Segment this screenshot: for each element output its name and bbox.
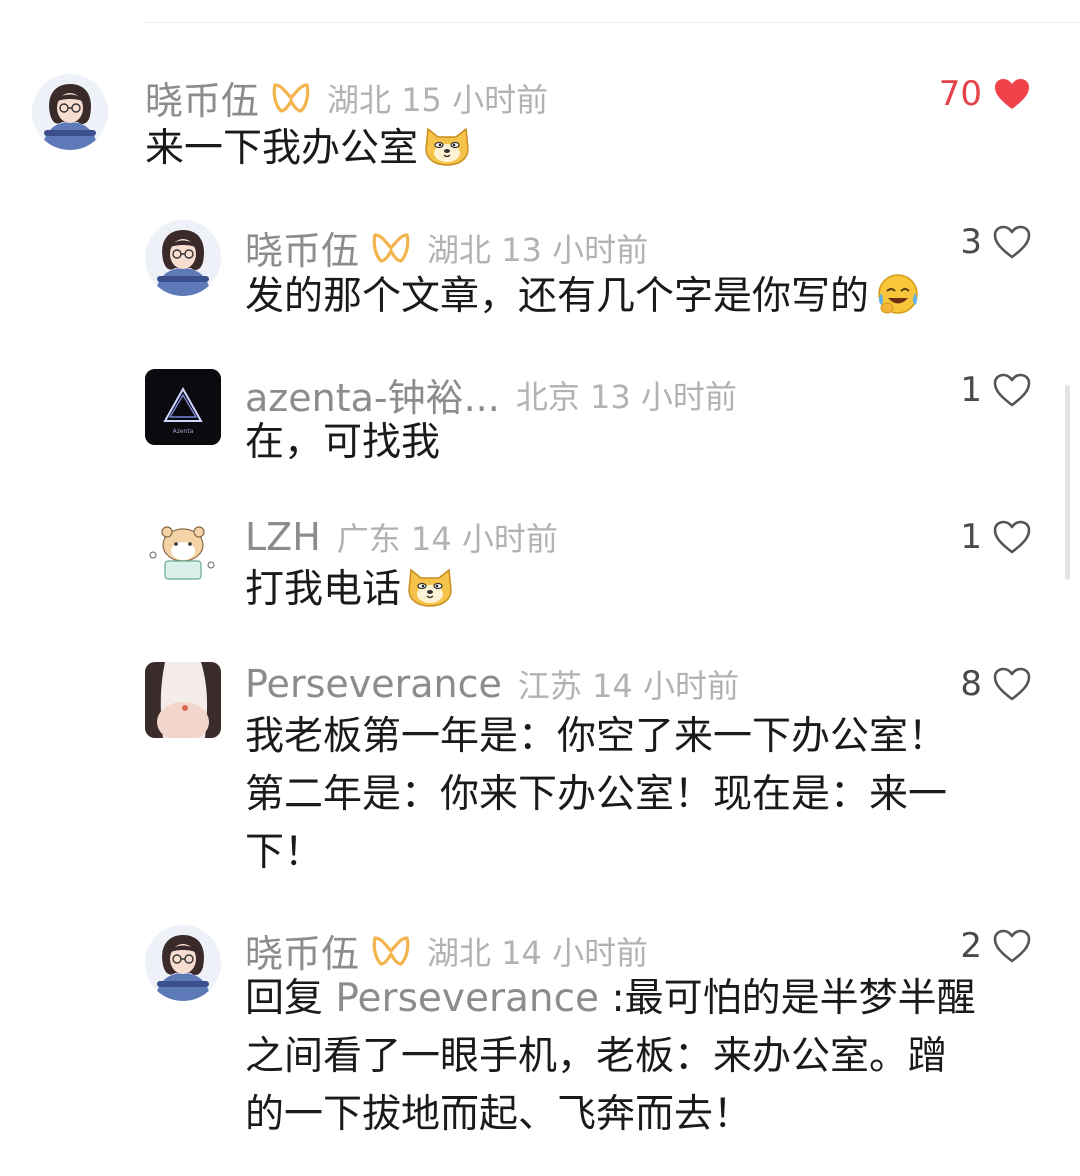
girl-avatar-icon: [32, 74, 108, 150]
heart-outline-icon: [992, 372, 1032, 408]
like-button[interactable]: 1: [960, 370, 1032, 410]
location-time: 湖北 13 小时前: [427, 230, 649, 269]
location-time: 湖北 14 小时前: [427, 933, 649, 972]
comment-text: 在，可找我: [245, 414, 440, 472]
location-time: 湖北 15 小时前: [327, 80, 549, 119]
top-divider: [145, 22, 1080, 23]
comment-line: 在，可找我: [245, 420, 441, 465]
fan-badge-icon: [271, 81, 311, 115]
like-button[interactable]: 2: [960, 926, 1032, 966]
like-button[interactable]: 70: [939, 74, 1032, 114]
comment-line: 回复 Perseverance :最可怕的是半梦半醒: [245, 970, 976, 1028]
reply-to-user[interactable]: Perseverance: [335, 976, 599, 1021]
avatar[interactable]: [145, 925, 221, 1001]
comment-line: 打我电话: [245, 567, 402, 612]
reply-prefix: 回复: [245, 976, 336, 1021]
girl-avatar-icon: [145, 220, 221, 296]
heart-outline-icon: [992, 224, 1032, 260]
like-count: 8: [960, 664, 982, 704]
heart-outline-icon: [992, 519, 1032, 555]
avatar[interactable]: Azenta: [145, 369, 221, 445]
username[interactable]: LZH: [245, 515, 321, 559]
like-button[interactable]: 1: [960, 517, 1032, 557]
like-count: 1: [960, 517, 982, 557]
heart-outline-icon: [992, 928, 1032, 964]
portrait-avatar-icon: [145, 662, 221, 738]
comment-text: 打我电话: [245, 561, 455, 619]
comment-text: 来一下我办公室: [145, 120, 472, 178]
avatar[interactable]: [32, 74, 108, 150]
comment-line: 发的那个文章，还有几个字是你写的: [245, 274, 870, 319]
scrollbar[interactable]: [1065, 385, 1070, 580]
like-count: 1: [960, 370, 982, 410]
comment-text: 回复 Perseverance :最可怕的是半梦半醒 之间看了一眼手机，老板：来…: [245, 970, 976, 1144]
heart-filled-icon: [992, 76, 1032, 112]
azenta-logo-icon: Azenta: [145, 369, 221, 445]
girl-avatar-icon: [145, 925, 221, 1001]
like-count: 70: [938, 74, 982, 114]
cat-face-emoji-icon: [422, 123, 472, 167]
username[interactable]: 晓币伍: [145, 70, 259, 125]
like-button[interactable]: 8: [960, 664, 1032, 704]
avatar[interactable]: [145, 220, 221, 296]
heart-outline-icon: [992, 666, 1032, 702]
comment-line: 之间看了一眼手机，老板：来办公室。蹭: [245, 1034, 948, 1079]
comment-line: 我老板第一年是：你空了来一下办公室！: [245, 714, 948, 759]
svg-text:Azenta: Azenta: [173, 428, 194, 435]
fan-badge-icon: [371, 934, 411, 968]
location-time: 北京 13 小时前: [515, 377, 737, 416]
username[interactable]: 晓币伍: [245, 220, 359, 275]
avatar[interactable]: [145, 662, 221, 738]
like-button[interactable]: 3: [960, 222, 1032, 262]
cat-face-emoji-icon: [405, 564, 455, 608]
crying-laughing-emoji-icon: [873, 271, 923, 315]
comment-text: 发的那个文章，还有几个字是你写的: [245, 268, 923, 326]
fan-badge-icon: [371, 231, 411, 265]
hamster-avatar-icon: [145, 515, 221, 591]
location-time: 江苏 14 小时前: [517, 667, 739, 705]
like-count: 3: [960, 222, 982, 262]
comment-line: 来一下我办公室: [145, 126, 419, 171]
comment-line: 的一下拔地而起、飞奔而去！: [245, 1092, 753, 1137]
like-count: 2: [960, 926, 982, 966]
location-time: 广东 14 小时前: [336, 520, 558, 558]
comment-text: 我老板第一年是：你空了来一下办公室！ 第二年是：你来下办公室！现在是：来一 下！: [245, 708, 947, 882]
comment-line-part: :最可怕的是半梦半醒: [599, 976, 976, 1021]
avatar[interactable]: [145, 515, 221, 591]
username[interactable]: Perseverance: [245, 662, 502, 706]
comment-line: 下！: [245, 830, 324, 875]
comment-line: 第二年是：你来下办公室！现在是：来一: [245, 772, 948, 817]
